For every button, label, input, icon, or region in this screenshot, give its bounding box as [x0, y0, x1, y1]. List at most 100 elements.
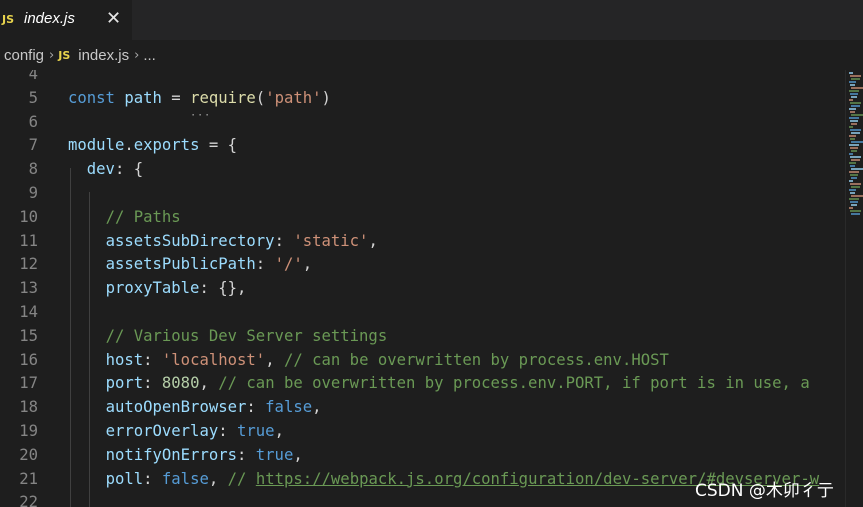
- code-text: port: 8080, // can be overwritten by pro…: [68, 371, 810, 395]
- code-line[interactable]: 13 proxyTable: {},: [0, 276, 845, 300]
- code-line[interactable]: 9: [0, 181, 845, 205]
- minimap-line: [849, 108, 856, 110]
- close-icon[interactable]: ✕: [106, 8, 121, 28]
- code-line[interactable]: 7 module.exports = {: [0, 133, 845, 157]
- code-token: // Various Dev Server settings: [105, 326, 388, 345]
- minimap-line: [851, 78, 860, 80]
- code-line[interactable]: 5 const path = require ··· ('path'): [0, 86, 845, 121]
- minimap-line: [849, 189, 856, 191]
- minimap-line: [850, 75, 861, 77]
- line-number: 9: [28, 184, 38, 202]
- line-number: 21: [19, 469, 38, 488]
- code-token: 'path': [265, 88, 322, 107]
- code-text: autoOpenBrowser: false,: [68, 395, 322, 419]
- code-line[interactable]: 8 dev: {: [0, 157, 845, 181]
- code-line[interactable]: 17 port: 8080, // can be overwritten by …: [0, 371, 845, 395]
- code-line[interactable]: 19 errorOverlay: true,: [0, 419, 845, 443]
- code-token: ,: [312, 398, 322, 417]
- code-line[interactable]: 11 assetsSubDirectory: 'static',: [0, 229, 845, 253]
- minimap-line: [851, 195, 863, 197]
- minimap-line: [849, 90, 859, 92]
- line-number: 11: [19, 231, 38, 250]
- breadcrumb-file[interactable]: index.js: [78, 47, 129, 64]
- line-number: 15: [19, 326, 38, 345]
- minimap-line: [849, 171, 859, 173]
- minimap-line: [849, 117, 859, 119]
- code-token: const: [68, 88, 115, 107]
- code-line[interactable]: 6: [0, 110, 845, 134]
- minimap-line: [851, 177, 857, 179]
- code-token: :: [246, 398, 266, 417]
- code-token: ,: [274, 422, 284, 440]
- code-token: exports: [133, 136, 200, 155]
- minimap[interactable]: [845, 70, 863, 220]
- code-token: host: [105, 350, 144, 369]
- code-line[interactable]: 15 // Various Dev Server settings: [0, 324, 845, 348]
- code-token: autoOpenBrowser: [105, 398, 247, 417]
- line-number: 5: [28, 88, 38, 107]
- code-text: module.exports = {: [68, 133, 237, 157]
- code-token: :: [143, 374, 162, 393]
- code-token: // can be overwritten by process.env.POR…: [218, 374, 810, 393]
- code-token: ,: [265, 350, 284, 369]
- minimap-line: [851, 123, 857, 125]
- minimap-line: [850, 165, 855, 167]
- code-token: (: [255, 88, 266, 107]
- code-token: ,: [293, 445, 303, 464]
- code-editor[interactable]: 4 5 const path = require ··· ('path') 6 7 modul…: [0, 70, 845, 507]
- code-token: // can be overwritten by process.env.HOS…: [283, 350, 669, 369]
- minimap-line: [849, 144, 859, 146]
- line-number: 14: [19, 303, 38, 321]
- tab-index-js[interactable]: JS index.js ✕: [0, 0, 132, 40]
- code-line[interactable]: 18 autoOpenBrowser: false,: [0, 395, 845, 419]
- code-text: // Various Dev Server settings: [68, 324, 388, 348]
- breadcrumb-folder[interactable]: config: [4, 47, 44, 64]
- code-token: :: [274, 231, 294, 250]
- minimap-line: [851, 168, 863, 170]
- code-token: =: [161, 88, 191, 107]
- minimap-line: [849, 126, 853, 128]
- minimap-line: [851, 132, 860, 134]
- line-number: 12: [19, 255, 38, 274]
- code-line[interactable]: 14: [0, 300, 845, 324]
- minimap-line: [851, 186, 860, 188]
- minimap-line: [851, 114, 863, 116]
- code-token: path: [124, 88, 162, 107]
- code-text: dev: {: [68, 157, 143, 181]
- code-line[interactable]: 10 // Paths: [0, 205, 845, 229]
- javascript-file-icon: JS: [2, 13, 15, 26]
- chevron-right-icon: ›: [134, 47, 140, 63]
- code-token: // Paths: [105, 207, 181, 226]
- code-token: 'localhost': [161, 350, 266, 369]
- code-text: notifyOnErrors: true,: [68, 443, 303, 467]
- minimap-line: [851, 204, 857, 206]
- code-line[interactable]: 4: [0, 70, 845, 86]
- code-token: //: [227, 469, 256, 488]
- line-number: 22: [19, 493, 38, 507]
- line-number: 7: [28, 136, 38, 155]
- code-text: errorOverlay: true,: [68, 419, 284, 443]
- minimap-line: [850, 156, 861, 158]
- code-token: assetsSubDirectory: [105, 231, 275, 250]
- breadcrumb-symbols[interactable]: ...: [143, 47, 156, 64]
- code-token: errorOverlay: [105, 422, 219, 440]
- line-number: 4: [28, 70, 38, 83]
- minimap-line: [849, 162, 856, 164]
- code-token: = {: [199, 136, 238, 155]
- code-token: true: [237, 422, 275, 440]
- code-text: host: 'localhost', // can be overwritten…: [68, 348, 669, 372]
- minimap-line: [850, 102, 861, 104]
- code-line[interactable]: 12 assetsPublicPath: '/',: [0, 252, 845, 276]
- code-line[interactable]: 20 notifyOnErrors: true,: [0, 443, 845, 467]
- minimap-line: [850, 138, 855, 140]
- code-line[interactable]: 16 host: 'localhost', // can be overwrit…: [0, 348, 845, 372]
- code-token: ,: [208, 469, 228, 488]
- code-token: :: [237, 445, 256, 464]
- code-token: '/': [274, 255, 303, 274]
- code-token: poll: [105, 469, 144, 488]
